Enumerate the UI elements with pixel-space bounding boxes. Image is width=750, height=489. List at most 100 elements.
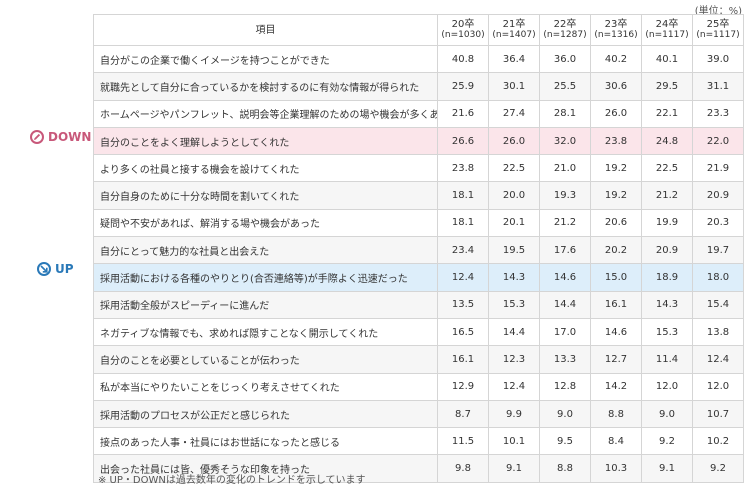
row-value-cell: 20.2 <box>590 236 642 265</box>
row-value-cell: 9.8 <box>437 454 489 483</box>
row-item-label: ネガティブな情報でも、求めれば隠すことなく開示してくれた <box>93 317 438 347</box>
column-year-label: 21卒 <box>502 19 526 30</box>
row-value-cell: 9.5 <box>539 427 591 456</box>
row-value-cell: 32.0 <box>539 126 591 156</box>
row-value-cell: 16.5 <box>437 317 489 347</box>
table-row: 自分のことをよく理解しようとしてくれた 26.6 26.0 32.0 23.8 24.8 2… <box>93 126 744 156</box>
row-value-cell: 14.4 <box>488 317 540 347</box>
row-value-cell: 10.1 <box>488 427 540 456</box>
row-item-label: 自分のことを必要としていることが伝わった <box>93 345 438 374</box>
row-item-label: 採用活動における各種のやりとり(合否連絡等)が手際よく迅速だった <box>93 263 438 292</box>
column-sample-size: (n=1287) <box>543 30 587 40</box>
row-value-cell: 20.9 <box>641 236 693 265</box>
row-value-cell: 19.2 <box>590 154 642 183</box>
column-year-label: 22卒 <box>553 19 577 30</box>
survey-table: 項目 20卒 (n=1030) 21卒 (n=1407) 22卒 (n=1287) 23卒(… <box>93 14 744 483</box>
row-value-cell: 12.4 <box>488 372 540 401</box>
row-value-cell: 12.8 <box>539 372 591 401</box>
row-value-cell: 14.4 <box>539 290 591 319</box>
row-value-cell: 36.0 <box>539 44 591 74</box>
arrow-down-right-icon <box>37 262 51 276</box>
column-year-label: 20卒 <box>451 19 475 30</box>
column-header-year: 24卒 (n=1117) <box>641 14 693 46</box>
row-value-cell: 24.8 <box>641 126 693 156</box>
row-value-cell: 9.1 <box>488 454 540 483</box>
row-value-cell: 18.1 <box>437 208 489 238</box>
row-value-cell: 12.0 <box>692 372 744 401</box>
row-value-cell: 14.3 <box>488 263 540 292</box>
row-value-cell: 18.1 <box>437 181 489 210</box>
row-value-cell: 40.8 <box>437 44 489 74</box>
column-header-year: 21卒 (n=1407) <box>488 14 540 46</box>
column-sample-size: (n=1407) <box>492 30 536 40</box>
row-value-cell: 40.1 <box>641 44 693 74</box>
row-value-cell: 19.9 <box>641 208 693 238</box>
table-row: 自分にとって魅力的な社員と出会えた 23.4 19.5 17.6 20.2 20.9 19.… <box>93 236 744 265</box>
column-year-label: 25卒 <box>706 19 730 30</box>
row-value-cell: 22.0 <box>692 126 744 156</box>
table-row: 自分のことを必要としていることが伝わった 16.1 12.3 13.3 12.7 11.4… <box>93 345 744 374</box>
row-value-cell: 9.1 <box>641 454 693 483</box>
row-value-cell: 21.2 <box>539 208 591 238</box>
row-value-cell: 22.5 <box>488 154 540 183</box>
row-value-cell: 36.4 <box>488 44 540 74</box>
row-item-label: 自分のことをよく理解しようとしてくれた <box>93 126 438 156</box>
row-value-cell: 18.9 <box>641 263 693 292</box>
column-header-year: 23卒 (n=1316) <box>590 14 642 46</box>
row-value-cell: 19.3 <box>539 181 591 210</box>
row-value-cell: 19.5 <box>488 236 540 265</box>
row-value-cell: 8.8 <box>539 454 591 483</box>
row-value-cell: 25.5 <box>539 72 591 101</box>
row-value-cell: 14.3 <box>641 290 693 319</box>
row-value-cell: 9.2 <box>692 454 744 483</box>
row-value-cell: 14.2 <box>590 372 642 401</box>
row-value-cell: 20.9 <box>692 181 744 210</box>
table-row: 採用活動における各種のやりとり(合否連絡等)が手際よく迅速だった 12.4 14.3… <box>93 263 744 292</box>
footnote: ※ UP・DOWNは過去数年の変化のトレンドを示しています <box>98 475 366 486</box>
row-item-label: 採用活動のプロセスが公正だと感じられた <box>93 399 438 429</box>
row-value-cell: 40.2 <box>590 44 642 74</box>
column-header-year: 20卒 (n=1030) <box>437 14 489 46</box>
row-value-cell: 8.7 <box>437 399 489 429</box>
row-value-cell: 11.4 <box>641 345 693 374</box>
row-value-cell: 20.0 <box>488 181 540 210</box>
row-item-label: 採用活動全般がスピーディーに進んだ <box>93 290 438 319</box>
row-value-cell: 23.3 <box>692 99 744 128</box>
row-value-cell: 12.9 <box>437 372 489 401</box>
row-value-cell: 13.5 <box>437 290 489 319</box>
row-value-cell: 12.3 <box>488 345 540 374</box>
up-marker: UP <box>37 262 74 276</box>
row-value-cell: 8.8 <box>590 399 642 429</box>
row-item-label: より多くの社員と接する機会を設けてくれた <box>93 154 438 183</box>
row-value-cell: 19.2 <box>590 181 642 210</box>
row-item-label: 自分自身のために十分な時間を割いてくれた <box>93 181 438 210</box>
row-value-cell: 16.1 <box>437 345 489 374</box>
row-value-cell: 14.6 <box>539 263 591 292</box>
table-row: 自分がこの企業で働くイメージを持つことができた 40.8 36.4 36.0 40.2 4… <box>93 44 744 74</box>
table-row: ホームページやパンフレット、説明会等企業理解のための場や機会が多くあった 21.6… <box>93 99 744 128</box>
row-value-cell: 21.9 <box>692 154 744 183</box>
row-value-cell: 27.4 <box>488 99 540 128</box>
table-row: 就職先として自分に合っているかを検討するのに有効な情報が得られた 25.9 30.1… <box>93 72 744 101</box>
table-row: 採用活動のプロセスが公正だと感じられた 8.7 9.9 9.0 8.8 9.0 10.7 <box>93 399 744 429</box>
row-value-cell: 13.3 <box>539 345 591 374</box>
row-value-cell: 9.9 <box>488 399 540 429</box>
column-year-label: 23卒 <box>604 19 628 30</box>
row-value-cell: 23.8 <box>590 126 642 156</box>
row-value-cell: 30.1 <box>488 72 540 101</box>
row-item-label: 接点のあった人事・社員にはお世話になったと感じる <box>93 427 438 456</box>
row-value-cell: 14.6 <box>590 317 642 347</box>
table-row: ネガティブな情報でも、求めれば隠すことなく開示してくれた 16.5 14.4 17.0… <box>93 317 744 347</box>
row-value-cell: 21.2 <box>641 181 693 210</box>
row-value-cell: 9.2 <box>641 427 693 456</box>
column-sample-size: (n=1117) <box>696 30 740 40</box>
row-value-cell: 9.0 <box>641 399 693 429</box>
row-value-cell: 20.6 <box>590 208 642 238</box>
table-body: 自分がこの企業で働くイメージを持つことができた 40.8 36.4 36.0 40.2 4… <box>93 44 744 483</box>
down-marker: DOWN <box>30 130 91 144</box>
row-value-cell: 31.1 <box>692 72 744 101</box>
row-value-cell: 12.0 <box>641 372 693 401</box>
row-item-label: 疑問や不安があれば、解消する場や機会があった <box>93 208 438 238</box>
row-value-cell: 22.1 <box>641 99 693 128</box>
table-row: 私が本当にやりたいことをじっくり考えさせてくれた 12.9 12.4 12.8 14.2… <box>93 372 744 401</box>
